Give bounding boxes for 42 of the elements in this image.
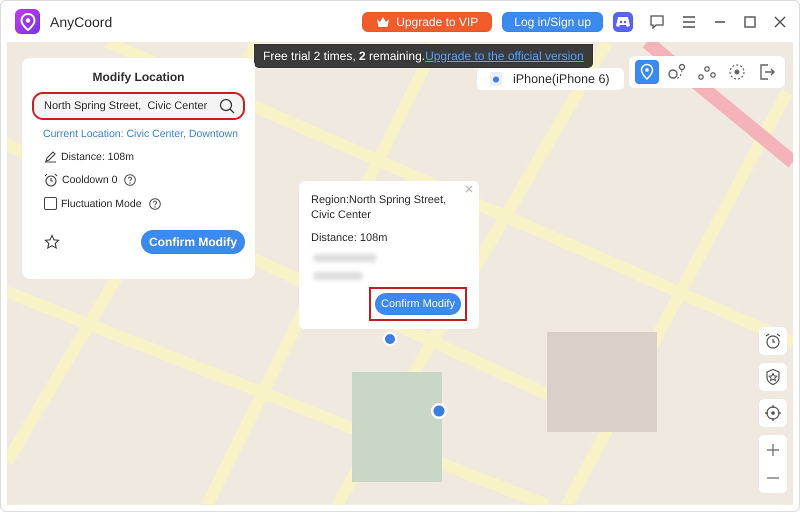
crosshair-icon <box>764 404 782 422</box>
alarm-clock-icon <box>44 173 58 187</box>
alarm-clock-icon <box>764 332 782 350</box>
distance-text: Distance: 108m <box>311 231 388 246</box>
distance-text: Distance: 108m <box>61 150 134 162</box>
close-icon[interactable] <box>773 14 787 28</box>
app-logo-icon <box>15 9 40 34</box>
help-icon[interactable] <box>124 174 136 186</box>
fluctuation-label: Fluctuation Mode <box>61 198 142 210</box>
region-text: Region:North Spring Street, Civic Center <box>311 193 448 223</box>
help-icon[interactable] <box>148 198 161 210</box>
mode-teleport-button[interactable] <box>635 60 659 84</box>
confirm-modify-button[interactable]: Confirm Modify <box>375 293 461 315</box>
app-title: AnyCoord <box>50 14 112 30</box>
locate-button[interactable] <box>759 399 787 427</box>
shield-star-button[interactable] <box>759 363 787 391</box>
crown-icon <box>376 16 390 28</box>
location-pin-icon <box>383 332 397 346</box>
pencil-icon <box>44 150 57 163</box>
upgrade-button[interactable]: Upgrade to VIP <box>362 12 492 32</box>
star-icon[interactable] <box>44 234 60 250</box>
trial-message: Free trial 2 times, 2 remaining.Upgrade to the official version <box>263 49 584 63</box>
device-name: iPhone(iPhone 6) <box>513 72 610 86</box>
menu-icon[interactable] <box>681 14 697 28</box>
device-selector[interactable]: iPhone(iPhone 6) <box>477 68 624 90</box>
alarm-clock-button[interactable] <box>759 327 787 355</box>
panel-title: Modify Location <box>92 70 186 84</box>
blurred-text <box>313 254 377 262</box>
cooldown-text: Cooldown 0 <box>62 174 118 186</box>
blurred-text <box>313 272 363 280</box>
maximize-icon[interactable] <box>743 14 757 28</box>
upgrade-link[interactable]: Upgrade to the official version <box>425 49 584 63</box>
current-location-icon <box>430 402 448 420</box>
fluctuation-checkbox[interactable] <box>44 197 57 210</box>
feedback-icon[interactable] <box>649 14 665 30</box>
login-button[interactable]: Log in/Sign up <box>502 12 603 32</box>
current-location-text: Current Location: Civic Center, Downtown <box>43 128 239 140</box>
shield-star-icon <box>764 368 782 386</box>
confirm-modify-button[interactable]: Confirm Modify <box>141 230 245 254</box>
zoom-in-icon[interactable] <box>766 443 780 457</box>
search-field[interactable]: North Spring Street, Civic Center <box>32 92 245 120</box>
search-icon[interactable] <box>219 98 235 114</box>
